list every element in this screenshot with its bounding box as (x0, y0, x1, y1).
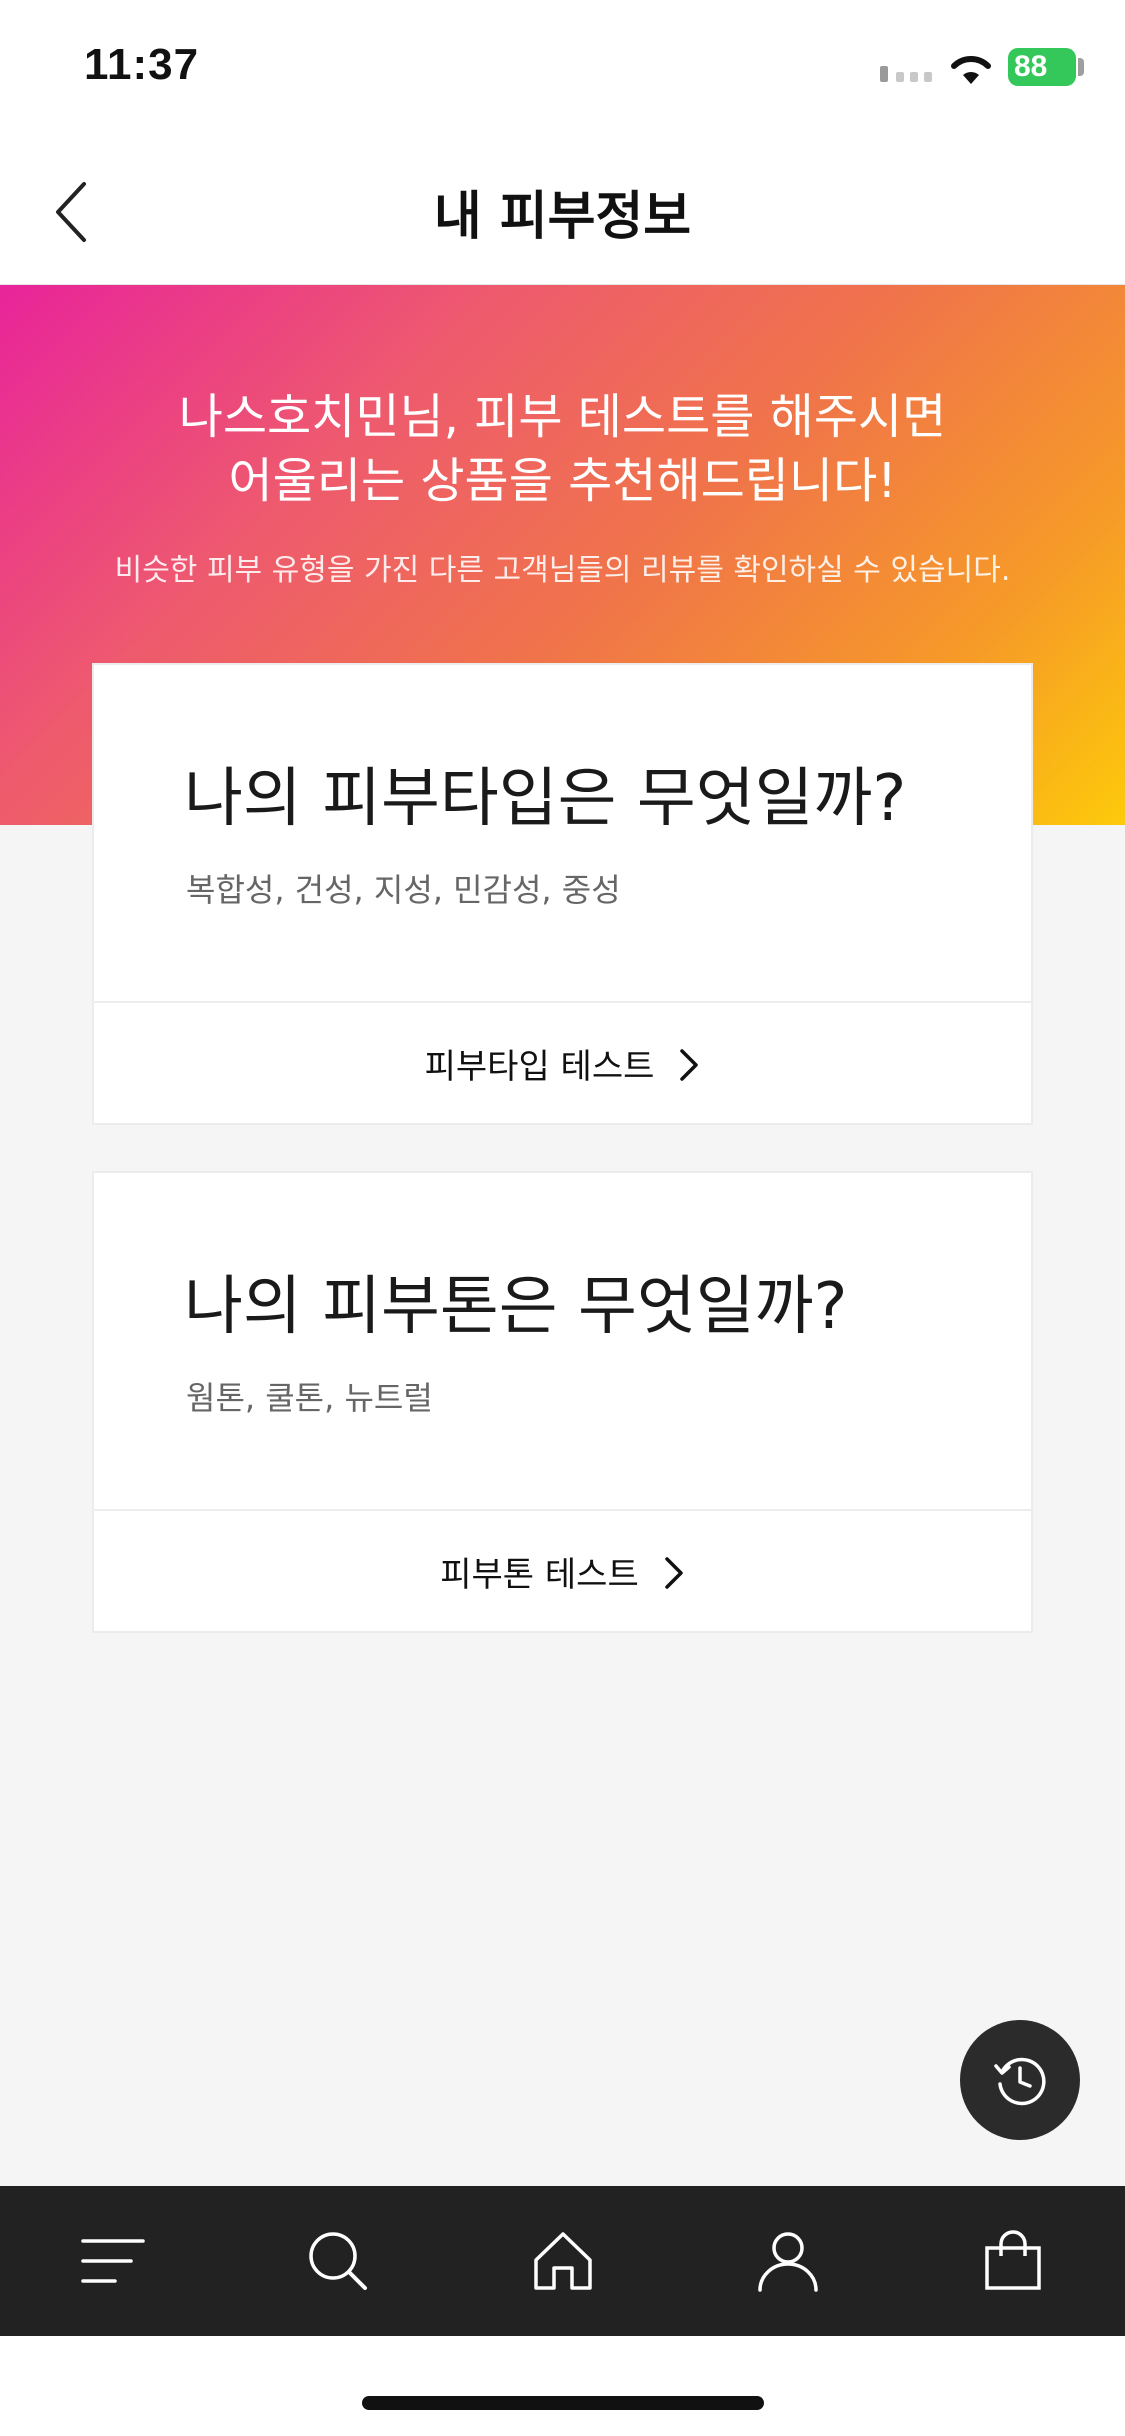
wifi-icon (951, 55, 991, 84)
home-indicator[interactable] (362, 2396, 764, 2410)
status-bar: 11:37 88 (0, 0, 1125, 140)
user-icon (757, 2232, 818, 2292)
card-content: 나의 피부톤은 무엇일까? 웜톤, 쿨톤, 뉴트럴 (94, 1173, 1031, 1511)
skin-tone-test-button[interactable]: 피부톤 테스트 (94, 1511, 1031, 1631)
page-title: 내 피부정보 (433, 187, 692, 247)
home-icon (533, 2232, 592, 2290)
status-time: 11:37 (84, 40, 200, 89)
card-title: 나의 피부톤은 무엇일까? (184, 1270, 848, 1344)
tab-my-page[interactable] (675, 2186, 900, 2336)
bottom-tab-bar (0, 2186, 1125, 2336)
skin-type-test-button[interactable]: 피부타입 테스트 (94, 1003, 1031, 1123)
card-description: 웜톤, 쿨톤, 뉴트럴 (186, 1379, 433, 1417)
tab-menu[interactable] (0, 2186, 225, 2336)
battery-level: 88 (1014, 50, 1048, 83)
nav-header: 내 피부정보 (0, 140, 1125, 285)
card-title: 나의 피부타입은 무엇일까? (184, 762, 907, 836)
hero-subtext: 비슷한 피부 유형을 가진 다른 고객님들의 리뷰를 확인하실 수 있습니다. (114, 553, 1011, 588)
tab-home[interactable] (450, 2186, 675, 2336)
hero-headline-line1: 나스호치민님, 피부 테스트를 해주시면 (178, 389, 947, 445)
cta-label: 피부톤 테스트 (440, 1554, 639, 1595)
tab-cart[interactable] (900, 2186, 1125, 2336)
card-content: 나의 피부타입은 무엇일까? 복합성, 건성, 지성, 민감성, 중성 (94, 665, 1031, 1003)
menu-icon (80, 2239, 145, 2283)
cta-label: 피부타입 테스트 (424, 1046, 655, 1087)
recent-history-button[interactable] (960, 2020, 1080, 2140)
tab-search[interactable] (225, 2186, 450, 2336)
history-icon (994, 2057, 1046, 2106)
shopping-bag-icon (984, 2230, 1041, 2290)
chevron-right-icon (665, 1557, 683, 1589)
battery-icon: 88 (1008, 48, 1076, 86)
skin-type-card: 나의 피부타입은 무엇일까? 복합성, 건성, 지성, 민감성, 중성 피부타입… (92, 663, 1033, 1125)
chevron-right-icon (680, 1049, 699, 1081)
card-description: 복합성, 건성, 지성, 민감성, 중성 (186, 871, 621, 909)
cellular-signal-icon (880, 66, 932, 82)
skin-tone-card: 나의 피부톤은 무엇일까? 웜톤, 쿨톤, 뉴트럴 피부톤 테스트 (92, 1171, 1033, 1633)
home-indicator-area (0, 2336, 1125, 2436)
battery-cap (1078, 58, 1084, 76)
search-icon (308, 2232, 367, 2290)
hero-headline: 나스호치민님, 피부 테스트를 해주시면 어울리는 상품을 추천해드립니다! (0, 385, 1125, 513)
hero-headline-line2: 어울리는 상품을 추천해드립니다! (228, 453, 897, 509)
